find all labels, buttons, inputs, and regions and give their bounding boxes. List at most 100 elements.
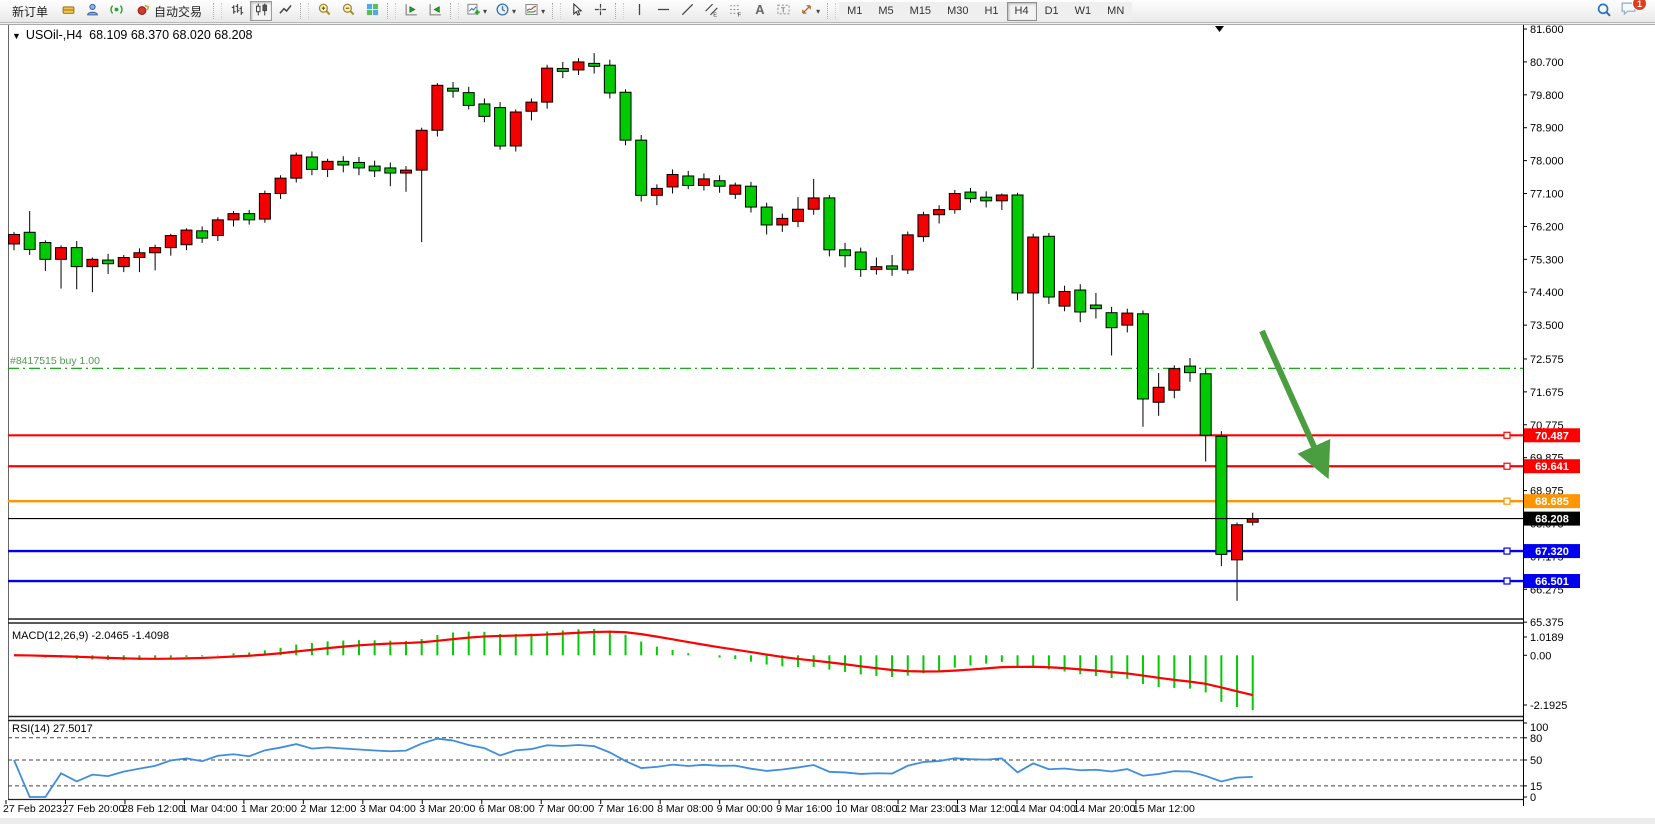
candle[interactable] <box>212 220 223 236</box>
fibonacci-button[interactable]: F <box>724 1 746 21</box>
candle[interactable] <box>71 248 82 267</box>
zoom-out-button[interactable] <box>337 1 359 21</box>
candle[interactable] <box>840 250 851 256</box>
candle[interactable] <box>667 175 678 187</box>
new-order-button[interactable]: 新订单 <box>5 1 55 21</box>
candle[interactable] <box>1122 313 1133 325</box>
candle[interactable] <box>479 104 490 116</box>
candle[interactable] <box>887 266 898 269</box>
candle[interactable] <box>949 194 960 210</box>
chart-header[interactable]: ▼USOil-,H4 68.109 68.370 68.020 68.208 <box>12 28 253 42</box>
chart-window[interactable]: 81.60080.70079.80078.90078.00077.10076.2… <box>0 24 1655 824</box>
cursor-button[interactable] <box>565 1 587 21</box>
time-axis[interactable]: 27 Feb 202327 Feb 20:0028 Feb 12:001 Mar… <box>3 800 1195 815</box>
timeframe-m5-button[interactable]: M5 <box>870 2 901 21</box>
candle[interactable] <box>1059 292 1070 307</box>
candle[interactable] <box>56 248 67 260</box>
candle[interactable] <box>918 215 929 237</box>
candle[interactable] <box>542 68 553 102</box>
candle[interactable] <box>181 230 192 245</box>
new-chart-button[interactable]: ▾ <box>463 1 490 21</box>
line-handle[interactable] <box>1504 548 1510 554</box>
tile-windows-button[interactable] <box>361 1 383 21</box>
candle[interactable] <box>981 197 992 201</box>
candle[interactable] <box>40 243 51 260</box>
candle[interactable] <box>1012 195 1023 293</box>
candle[interactable] <box>275 178 286 193</box>
candle[interactable] <box>1200 374 1211 435</box>
candle[interactable] <box>730 185 741 194</box>
line-handle[interactable] <box>1504 432 1510 438</box>
candle[interactable] <box>1028 237 1039 293</box>
line-chart-button[interactable] <box>274 1 296 21</box>
candle[interactable] <box>510 112 521 146</box>
candle[interactable] <box>683 176 694 186</box>
vertical-line-button[interactable] <box>628 1 650 21</box>
ticket-button[interactable] <box>57 1 79 21</box>
candle[interactable] <box>557 68 568 71</box>
broadcast-button[interactable] <box>105 1 127 21</box>
text-button[interactable]: A <box>748 1 770 21</box>
timeframe-m1-button[interactable]: M1 <box>839 2 870 21</box>
timeframe-w1-button[interactable]: W1 <box>1067 2 1100 21</box>
candle[interactable] <box>620 92 631 140</box>
candle[interactable] <box>1106 313 1117 328</box>
chart-canvas[interactable]: 81.60080.70079.80078.90078.00077.10076.2… <box>0 24 1655 824</box>
horizontal-line-button[interactable] <box>652 1 674 21</box>
candle[interactable] <box>777 218 788 225</box>
profile-button[interactable] <box>81 1 103 21</box>
auto-scroll-button[interactable] <box>400 1 422 21</box>
candle[interactable] <box>353 162 364 167</box>
search-button[interactable] <box>1593 1 1615 21</box>
timeframe-mn-button[interactable]: MN <box>1099 2 1132 21</box>
candle[interactable] <box>793 209 804 221</box>
candlestick-chart-button[interactable] <box>250 1 272 21</box>
auto-trading-button[interactable]: 自动交易 <box>129 1 209 21</box>
candle[interactable] <box>745 186 756 207</box>
candle[interactable] <box>495 108 506 146</box>
trendline-button[interactable] <box>676 1 698 21</box>
candle[interactable] <box>197 231 208 238</box>
timeframe-h1-button[interactable]: H1 <box>976 2 1006 21</box>
candle[interactable] <box>1090 305 1101 309</box>
candle[interactable] <box>604 65 615 93</box>
equidistant-channel-button[interactable]: E <box>700 1 722 21</box>
candle[interactable] <box>871 267 882 270</box>
candle[interactable] <box>573 62 584 70</box>
candle[interactable] <box>432 85 443 130</box>
candle[interactable] <box>761 207 772 225</box>
bar-chart-button[interactable] <box>226 1 248 21</box>
timeframe-m15-button[interactable]: M15 <box>902 2 939 21</box>
candle[interactable] <box>526 102 537 111</box>
chart-shift-button[interactable] <box>424 1 446 21</box>
candle[interactable] <box>1043 236 1054 297</box>
candle[interactable] <box>824 198 835 250</box>
candle[interactable] <box>808 198 819 209</box>
candle[interactable] <box>9 234 20 244</box>
candle[interactable] <box>714 181 725 186</box>
candle[interactable] <box>1232 525 1243 560</box>
candle[interactable] <box>306 157 317 169</box>
candle[interactable] <box>1216 436 1227 554</box>
candle[interactable] <box>24 232 35 249</box>
candle[interactable] <box>463 93 474 106</box>
candle[interactable] <box>448 88 459 91</box>
candle[interactable] <box>385 168 396 173</box>
candle[interactable] <box>636 140 647 195</box>
arrows-button[interactable]: ▾ <box>796 1 823 21</box>
candle[interactable] <box>338 161 349 165</box>
candle[interactable] <box>87 259 98 266</box>
candle[interactable] <box>902 235 913 270</box>
line-handle[interactable] <box>1504 498 1510 504</box>
candle[interactable] <box>369 166 380 171</box>
candle[interactable] <box>934 210 945 215</box>
candle[interactable] <box>228 214 239 220</box>
candle[interactable] <box>244 214 255 220</box>
candle[interactable] <box>291 155 302 178</box>
candle[interactable] <box>322 161 333 169</box>
candle[interactable] <box>996 195 1007 201</box>
timeframe-d1-button[interactable]: D1 <box>1037 2 1067 21</box>
candle[interactable] <box>118 258 129 267</box>
candle[interactable] <box>1153 387 1164 402</box>
candle[interactable] <box>698 179 709 186</box>
